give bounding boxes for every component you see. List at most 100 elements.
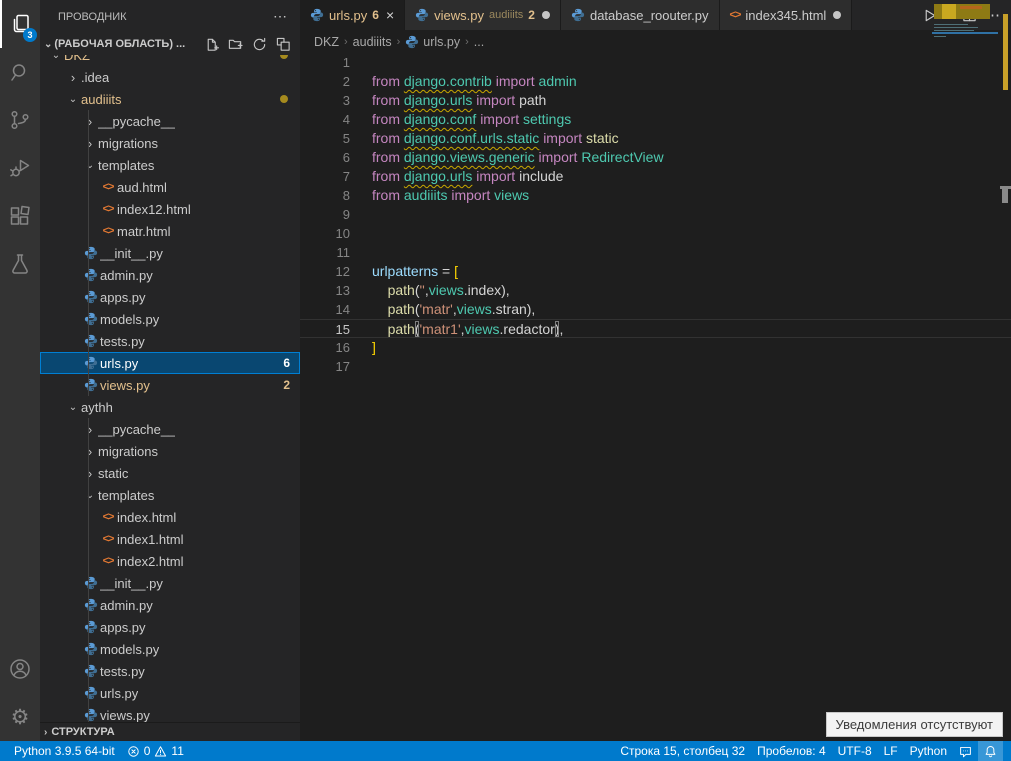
close-icon[interactable]: × bbox=[386, 7, 394, 23]
tree-item--pycache-[interactable]: ›__pycache__ bbox=[40, 418, 300, 440]
tree-item-migrations[interactable]: ›migrations bbox=[40, 132, 300, 154]
tab-views.py[interactable]: views.pyaudiiits2 bbox=[405, 0, 561, 30]
tree-item-apps.py[interactable]: apps.py bbox=[40, 286, 300, 308]
line-number: 11 bbox=[300, 243, 350, 262]
tree-item-tests.py[interactable]: tests.py bbox=[40, 330, 300, 352]
tree-item-label: __init__.py bbox=[100, 246, 163, 261]
code-line-16: 16] bbox=[300, 338, 1011, 357]
tab-urls.py[interactable]: urls.py6× bbox=[300, 0, 405, 30]
tree-item-index2.html[interactable]: <>index2.html bbox=[40, 550, 300, 572]
activity-bar: 3⚙ bbox=[0, 0, 40, 741]
tree-item-label: audiiits bbox=[81, 92, 121, 107]
tree-item-index1.html[interactable]: <>index1.html bbox=[40, 528, 300, 550]
code-line-14: 14 path('matr',views.stran), bbox=[300, 300, 1011, 319]
tree-item-.idea[interactable]: ›.idea bbox=[40, 66, 300, 88]
minimap[interactable] bbox=[932, 2, 998, 132]
tree-item-label: apps.py bbox=[100, 620, 146, 635]
modified-dot bbox=[280, 55, 288, 59]
python-icon bbox=[82, 598, 100, 612]
tree-item-views.py[interactable]: views.py2 bbox=[40, 374, 300, 396]
status-label: Пробелов: 4 bbox=[757, 744, 826, 758]
outline-section-header[interactable]: › СТРУКТУРА bbox=[40, 722, 300, 741]
tab-index345.html[interactable]: <>index345.html bbox=[720, 0, 853, 30]
line-number: 8 bbox=[300, 186, 350, 205]
tree-item-index12.html[interactable]: <>index12.html bbox=[40, 198, 300, 220]
breadcrumb-item-urls.py[interactable]: urls.py bbox=[405, 35, 460, 49]
tab-title: index345.html bbox=[745, 8, 826, 23]
tree-item-aud.html[interactable]: <>aud.html bbox=[40, 176, 300, 198]
tree-item-aythh[interactable]: ⌄aythh bbox=[40, 396, 300, 418]
code-line-12: 12urlpatterns = [ bbox=[300, 262, 1011, 281]
tree-item-label: views.py bbox=[100, 708, 150, 723]
refresh-icon[interactable] bbox=[250, 35, 268, 53]
activity-item-testing[interactable] bbox=[0, 240, 40, 288]
tree-item-views.py[interactable]: views.py bbox=[40, 704, 300, 722]
breadcrumb-item-...[interactable]: ... bbox=[474, 35, 484, 49]
new-file-icon[interactable] bbox=[202, 35, 220, 53]
tree-item-dkz[interactable]: ⌄DKZ bbox=[40, 55, 300, 66]
status-label: Python 3.9.5 64-bit bbox=[14, 744, 115, 758]
source-control-icon bbox=[8, 108, 32, 132]
tree-item-urls.py[interactable]: urls.py bbox=[40, 682, 300, 704]
code-editor[interactable]: 12from django.contrib import admin3from … bbox=[300, 53, 1011, 741]
status-label: UTF-8 bbox=[838, 744, 872, 758]
activity-item-search[interactable] bbox=[0, 48, 40, 96]
tree-item-templates[interactable]: ⌄templates bbox=[40, 484, 300, 506]
tree-item-apps.py[interactable]: apps.py bbox=[40, 616, 300, 638]
html-icon: <> bbox=[99, 511, 117, 523]
editor-group: urls.py 6 × views.pyaudiiits2database_roout… bbox=[300, 0, 1011, 741]
tree-item--pycache-[interactable]: ›__pycache__ bbox=[40, 110, 300, 132]
editor-scrollbar[interactable] bbox=[1000, 0, 1011, 741]
code-line-7: 7from django.urls import include bbox=[300, 167, 1011, 186]
tree-item-label: urls.py bbox=[100, 356, 138, 371]
tree-item-migrations[interactable]: ›migrations bbox=[40, 440, 300, 462]
tab-database-roouter.py[interactable]: database_roouter.py bbox=[561, 0, 720, 30]
tree-item-admin.py[interactable]: admin.py bbox=[40, 594, 300, 616]
chevron-down-icon: ⌄ bbox=[48, 55, 64, 61]
tree-item-admin.py[interactable]: admin.py bbox=[40, 264, 300, 286]
tab-title: views.py bbox=[434, 8, 484, 23]
tree-item--init-.py[interactable]: __init__.py bbox=[40, 242, 300, 264]
status-cursor-position[interactable]: Строка 15, столбец 32 bbox=[614, 741, 751, 761]
activity-item-extensions[interactable] bbox=[0, 192, 40, 240]
breadcrumb-item-dkz[interactable]: DKZ bbox=[314, 35, 339, 49]
activity-item-source-control[interactable] bbox=[0, 96, 40, 144]
status-language-mode[interactable]: Python bbox=[904, 741, 953, 761]
tree-item-models.py[interactable]: models.py bbox=[40, 308, 300, 330]
activity-item-explorer[interactable]: 3 bbox=[0, 0, 40, 48]
tree-item-index.html[interactable]: <>index.html bbox=[40, 506, 300, 528]
status-problems[interactable]: 011 bbox=[121, 741, 190, 761]
search-icon bbox=[8, 60, 32, 84]
new-folder-icon[interactable] bbox=[226, 35, 244, 53]
activity-item-settings[interactable]: ⚙ bbox=[0, 693, 40, 741]
status-encoding[interactable]: UTF-8 bbox=[832, 741, 878, 761]
activity-item-account[interactable] bbox=[0, 645, 40, 693]
line-number: 6 bbox=[300, 148, 350, 167]
status-notifications[interactable] bbox=[978, 741, 1003, 761]
collapse-all-icon[interactable] bbox=[274, 35, 292, 53]
breadcrumb-item-audiiits[interactable]: audiiits bbox=[353, 35, 392, 49]
extensions-icon bbox=[8, 204, 32, 228]
code-line-11: 11 bbox=[300, 243, 1011, 262]
activity-item-run-debug[interactable] bbox=[0, 144, 40, 192]
explorer-more-actions-icon[interactable]: ⋯ bbox=[273, 8, 288, 25]
tree-item-models.py[interactable]: models.py bbox=[40, 638, 300, 660]
code-text: path('',views.index), bbox=[350, 281, 510, 300]
tree-item-tests.py[interactable]: tests.py bbox=[40, 660, 300, 682]
status-python-interpreter[interactable]: Python 3.9.5 64-bit bbox=[8, 741, 121, 761]
status-feedback[interactable] bbox=[953, 741, 978, 761]
chevron-right-icon: › bbox=[65, 70, 81, 85]
status-eol[interactable]: LF bbox=[878, 741, 904, 761]
status-indentation[interactable]: Пробелов: 4 bbox=[751, 741, 832, 761]
workspace-section-header[interactable]: ⌄ (РАБОЧАЯ ОБЛАСТЬ) ... bbox=[40, 33, 300, 55]
tab-problems-badge: 6 bbox=[372, 8, 379, 22]
tree-item--init-.py[interactable]: __init__.py bbox=[40, 572, 300, 594]
tree-item-matr.html[interactable]: <>matr.html bbox=[40, 220, 300, 242]
tree-item-urls.py[interactable]: urls.py6 bbox=[40, 352, 300, 374]
code-text bbox=[350, 205, 372, 224]
tree-item-templates[interactable]: ⌄templates bbox=[40, 154, 300, 176]
explorer-header: ПРОВОДНИК ⋯ bbox=[40, 0, 300, 33]
code-text: path('matr1',views.redactor), bbox=[350, 320, 563, 337]
tree-item-static[interactable]: ›static bbox=[40, 462, 300, 484]
tree-item-audiiits[interactable]: ⌄audiiits bbox=[40, 88, 300, 110]
